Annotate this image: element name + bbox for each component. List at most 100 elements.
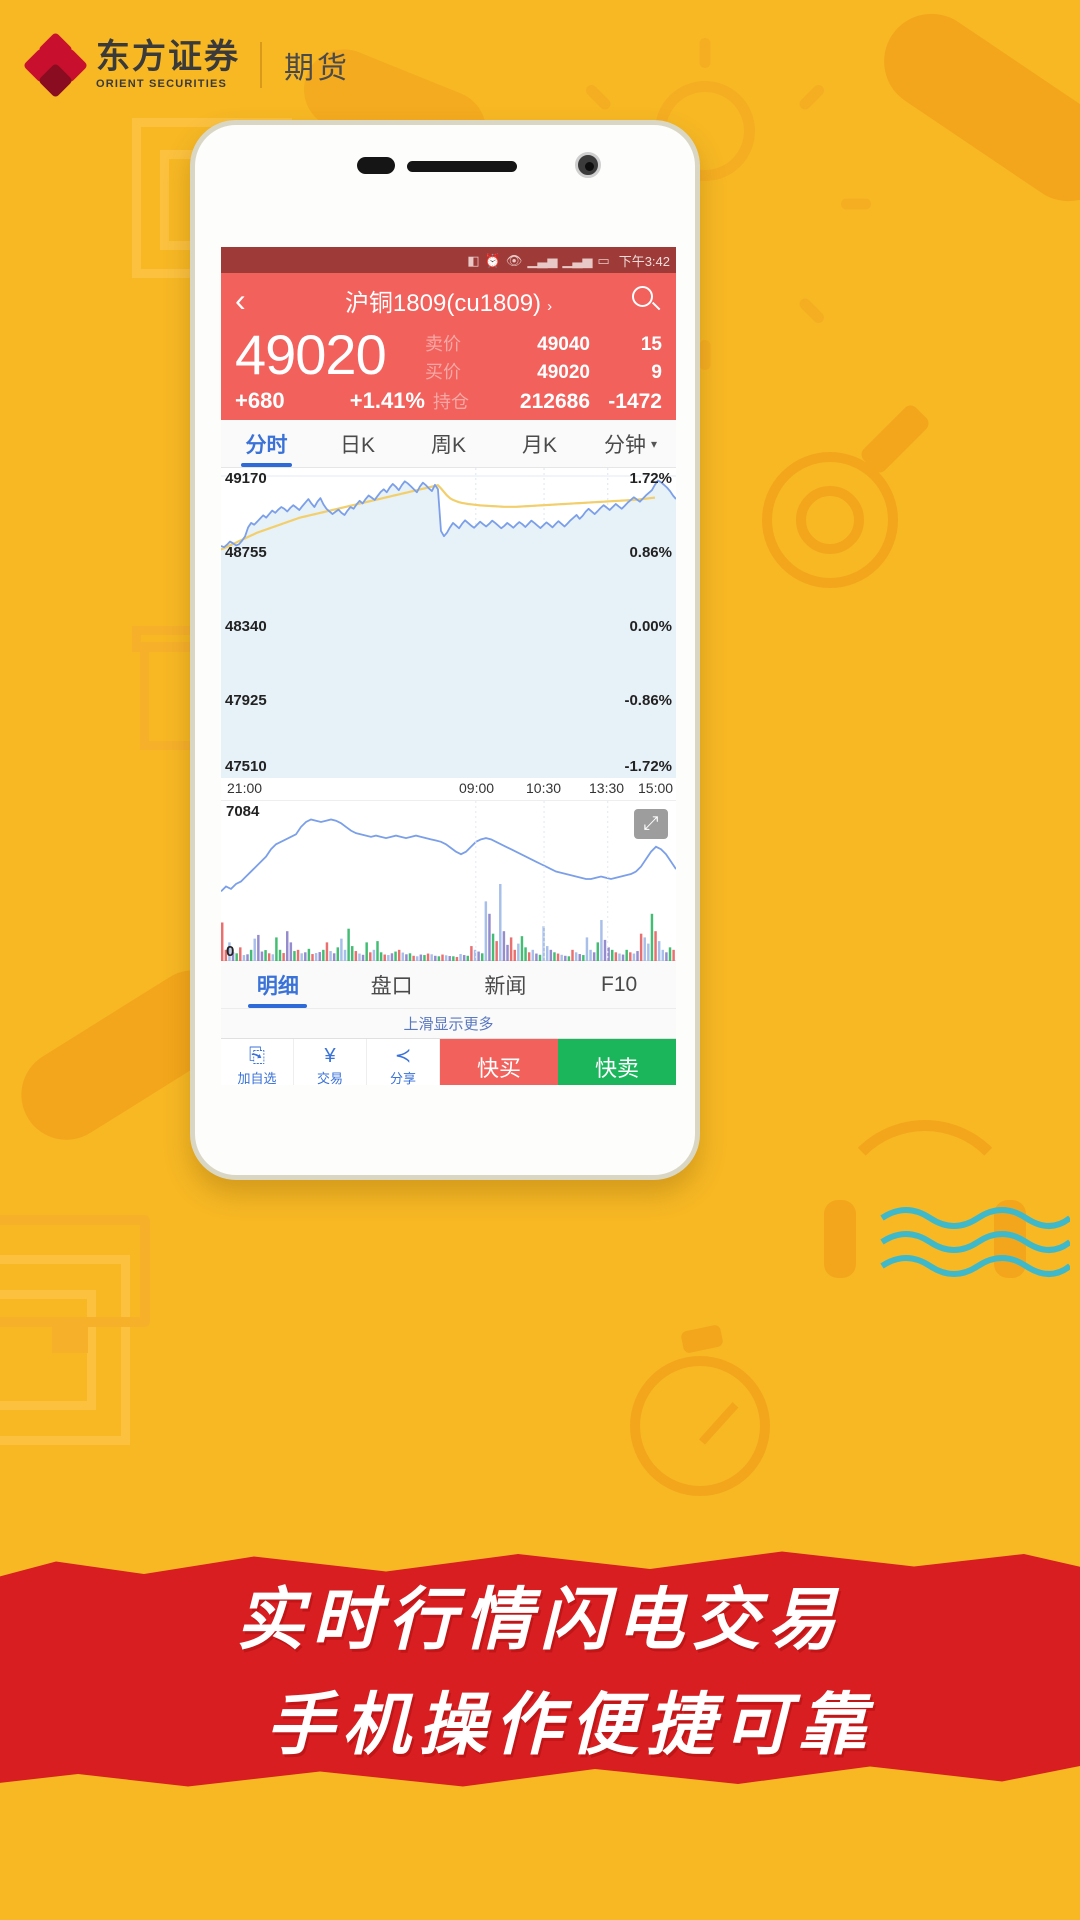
- action-label: 分享: [389, 1071, 416, 1085]
- y-axis-label: 47925: [225, 692, 267, 710]
- phone-top-bezel: [195, 125, 695, 187]
- proximity-sensor-icon: [357, 157, 395, 174]
- chevron-down-icon: ▾: [650, 436, 658, 451]
- time-tick: 09:00: [459, 780, 495, 797]
- last-price: 49020: [235, 323, 387, 386]
- pct-axis-label: -0.86%: [624, 692, 672, 710]
- brand-name-cn: 东方证券: [96, 38, 240, 77]
- tab-monthly-k[interactable]: 月K: [494, 420, 585, 467]
- add-watchlist-icon: ⎘: [249, 1045, 265, 1068]
- tab-news[interactable]: 新闻: [449, 961, 563, 1008]
- front-camera-icon: [575, 152, 601, 178]
- y-axis-label: 48340: [225, 618, 267, 636]
- ask-price: 49040: [537, 334, 590, 355]
- tab-label: 分时: [245, 433, 288, 457]
- quick-buy-button[interactable]: 快买: [440, 1039, 558, 1085]
- action-bar: ⎘ 加自选 ¥ 交易 ≺ 分享 快买 快卖: [221, 1038, 676, 1085]
- tab-label: 新闻: [484, 974, 527, 998]
- signal-1-icon: ▁▃▅: [527, 252, 558, 268]
- y-axis-label: 49170: [225, 470, 267, 488]
- quick-sell-button[interactable]: 快卖: [558, 1039, 676, 1085]
- volume-max-label: 7084: [226, 803, 260, 821]
- square-outline-decoration: [0, 1290, 96, 1410]
- open-interest-value: 212686: [519, 390, 590, 414]
- search-icon[interactable]: [628, 283, 662, 317]
- time-axis: 21:00 09:00 10:30 13:30 15:00: [221, 778, 676, 801]
- page-title[interactable]: 沪铜1809(cu1809) ›: [221, 283, 676, 318]
- tab-fenshi[interactable]: 分时: [221, 420, 312, 468]
- ask-volume: 15: [640, 334, 662, 355]
- back-chevron-icon[interactable]: ‹: [235, 284, 275, 316]
- add-watchlist-button[interactable]: ⎘ 加自选: [221, 1039, 294, 1085]
- quote-change-row: +680 +1.41% 持仓 212686 -1472: [221, 386, 676, 414]
- tab-label: 分钟: [603, 433, 646, 457]
- volume-button[interactable]: [697, 520, 700, 630]
- battery-icon: ▭: [597, 252, 610, 268]
- quote-header: ‹ 沪铜1809(cu1809) › 49020 卖价 49040 15 买价 …: [221, 273, 676, 421]
- bid-price: 49020: [537, 361, 590, 383]
- target-dart-icon: [740, 402, 932, 610]
- info-tabs: 明细 盘口 新闻 F10: [221, 960, 676, 1009]
- trade-button[interactable]: ¥ 交易: [294, 1039, 367, 1085]
- promo-page: 东方证券 ORIENT SECURITIES 期货 ◧ ⏰ 👁 ▁▃▅ ▁▃▅ …: [0, 0, 1080, 1920]
- open-interest-label: 持仓: [433, 392, 469, 413]
- ask-row: 卖价 49040 15: [425, 331, 662, 359]
- volume-chart[interactable]: 7084 0 ⤢: [221, 800, 676, 962]
- tab-weekly-k[interactable]: 周K: [403, 420, 494, 467]
- bid-label: 买价: [425, 361, 461, 382]
- trade-yen-icon: ¥: [324, 1045, 336, 1068]
- expand-fullscreen-icon[interactable]: ⤢: [634, 809, 668, 840]
- tab-label: 日K: [339, 433, 375, 457]
- time-tick: 15:00: [638, 780, 674, 797]
- vibrate-icon: ◧: [467, 252, 480, 268]
- status-bar: ◧ ⏰ 👁 ▁▃▅ ▁▃▅ ▭ 下午3:42: [221, 247, 676, 273]
- pct-axis-label: 0.00%: [629, 618, 672, 636]
- monitor-icon: [0, 1215, 150, 1355]
- time-tick: 21:00: [227, 780, 263, 797]
- nav-bar: ‹ 沪铜1809(cu1809) ›: [221, 273, 676, 327]
- contract-name: 沪铜1809(cu1809): [344, 289, 542, 317]
- power-button[interactable]: [697, 425, 700, 495]
- tab-pankou[interactable]: 盘口: [335, 961, 449, 1008]
- tab-label: F10: [601, 972, 638, 996]
- action-label: 加自选: [237, 1071, 277, 1085]
- tab-label: 盘口: [370, 974, 413, 998]
- promo-banner: 实时行情闪电交易 手机操作便捷可靠: [0, 1544, 1080, 1824]
- wave-lines-decoration: [880, 1200, 1072, 1290]
- square-outline-decoration: [0, 1255, 130, 1445]
- price-chart-svg: [221, 468, 676, 779]
- tab-f10[interactable]: F10: [562, 961, 676, 1008]
- phone-mockup: ◧ ⏰ 👁 ▁▃▅ ▁▃▅ ▭ 下午3:42 ‹ 沪铜1809(cu1809) ›: [190, 120, 700, 1180]
- bid-volume: 9: [651, 361, 662, 383]
- volume-chart-svg: [221, 801, 676, 962]
- tab-minute[interactable]: 分钟 ▾: [585, 420, 676, 467]
- comet-decoration-right: [865, 0, 1080, 220]
- earpiece-speaker-icon: [407, 161, 517, 172]
- headphone-icon: [824, 1120, 1026, 1360]
- action-label: 交易: [316, 1071, 343, 1085]
- app-screen: ◧ ⏰ 👁 ▁▃▅ ▁▃▅ ▭ 下午3:42 ‹ 沪铜1809(cu1809) ›: [221, 247, 676, 1085]
- alarm-icon: ⏰: [484, 252, 501, 268]
- share-icon: ≺: [394, 1045, 412, 1068]
- ask-label: 卖价: [425, 334, 461, 354]
- price-line-chart[interactable]: 49170 48755 48340 47925 47510 1.72% 0.86…: [221, 468, 676, 779]
- brand-divider: [260, 42, 262, 88]
- chevron-right-icon: ›: [547, 297, 553, 315]
- pct-axis-label: 1.72%: [629, 470, 672, 488]
- y-axis-label: 47510: [225, 758, 267, 776]
- price-change: +680: [235, 388, 285, 414]
- share-button[interactable]: ≺ 分享: [367, 1039, 440, 1085]
- chart-period-tabs: 分时 日K 周K 月K 分钟 ▾: [221, 420, 676, 469]
- tab-daily-k[interactable]: 日K: [312, 420, 403, 467]
- bid-row: 买价 49020 9: [425, 359, 662, 387]
- brand-name-en: ORIENT SECURITIES: [96, 77, 228, 90]
- pct-axis-label: -1.72%: [624, 758, 672, 776]
- diamond-logo-icon: [22, 31, 89, 99]
- tab-label: 明细: [256, 974, 299, 998]
- tab-label: 周K: [430, 433, 466, 457]
- open-interest-delta: -1472: [608, 390, 662, 414]
- swipe-up-hint[interactable]: 上滑显示更多: [221, 1008, 676, 1039]
- y-axis-label: 48755: [225, 544, 267, 562]
- banner-line-1: 实时行情闪电交易: [235, 1580, 844, 1660]
- tab-mingxi[interactable]: 明细: [221, 961, 335, 1009]
